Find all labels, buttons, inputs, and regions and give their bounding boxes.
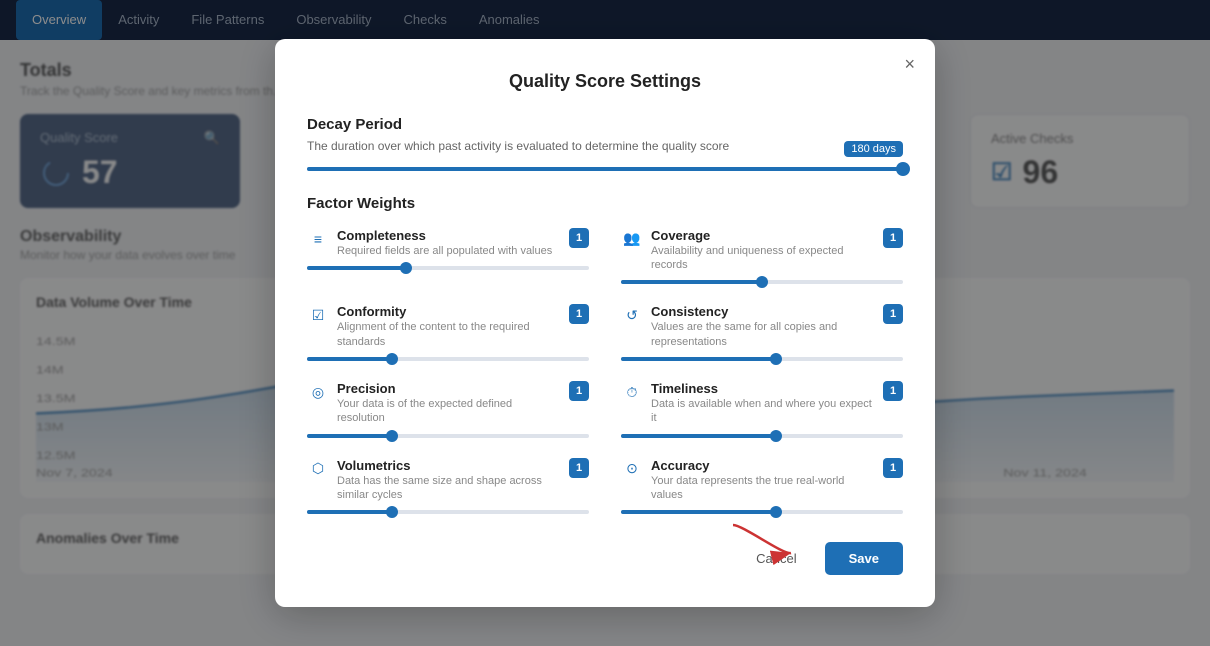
factor-slider[interactable]: [307, 357, 589, 361]
close-button[interactable]: ×: [904, 55, 915, 73]
factor-icon-precision: ◎: [307, 381, 329, 403]
factor-badge: 1: [883, 381, 903, 401]
factor-weights-label: Factor Weights: [307, 195, 903, 212]
factor-slider[interactable]: [307, 434, 589, 438]
factor-desc: Data is available when and where you exp…: [651, 397, 875, 426]
factor-name: Volumetrics: [337, 458, 561, 473]
decay-period-slider-container: 180 days: [307, 167, 903, 171]
factor-name: Conformity: [337, 304, 561, 319]
modal-title: Quality Score Settings: [307, 71, 903, 92]
factor-slider[interactable]: [621, 280, 903, 284]
factor-name: Coverage: [651, 228, 875, 243]
factor-badge: 1: [883, 458, 903, 478]
factor-name: Accuracy: [651, 458, 875, 473]
decay-period-section: Decay Period The duration over which pas…: [307, 116, 903, 171]
decay-period-fill: [307, 167, 903, 171]
factor-slider[interactable]: [621, 357, 903, 361]
factor-badge: 1: [569, 304, 589, 324]
decay-period-track: [307, 167, 903, 171]
factor-name: Completeness: [337, 228, 561, 243]
factor-desc: Values are the same for all copies and r…: [651, 320, 875, 349]
factor-icon-completeness: ≡: [307, 228, 329, 250]
decay-period-description: The duration over which past activity is…: [307, 139, 903, 153]
factor-desc: Availability and uniqueness of expected …: [651, 244, 875, 273]
factor-icon-volumetrics: ⬡: [307, 458, 329, 480]
factor-icon-coverage: 👥: [621, 228, 643, 250]
factor-slider[interactable]: [621, 434, 903, 438]
factor-slider[interactable]: [307, 266, 589, 270]
factor-badge: 1: [569, 228, 589, 248]
factor-icon-conformity: ☑: [307, 304, 329, 326]
factor-slider[interactable]: [621, 510, 903, 514]
decay-period-label: Decay Period: [307, 116, 903, 133]
factor-conformity: ☑ Conformity Alignment of the content to…: [307, 304, 589, 361]
factor-badge: 1: [569, 458, 589, 478]
factor-weights-section: Factor Weights ≡ Completeness Required f…: [307, 195, 903, 514]
factor-desc: Data has the same size and shape across …: [337, 474, 561, 503]
factor-desc: Alignment of the content to the required…: [337, 320, 561, 349]
factor-icon-timeliness: ⏱: [621, 381, 643, 403]
quality-score-settings-modal: × Quality Score Settings Decay Period Th…: [275, 39, 935, 607]
factor-completeness: ≡ Completeness Required fields are all p…: [307, 228, 589, 285]
factor-volumetrics: ⬡ Volumetrics Data has the same size and…: [307, 458, 589, 515]
cancel-button[interactable]: Cancel: [740, 543, 812, 574]
factors-grid: ≡ Completeness Required fields are all p…: [307, 228, 903, 514]
factor-badge: 1: [883, 304, 903, 324]
factor-slider[interactable]: [307, 510, 589, 514]
factor-desc: Your data is of the expected defined res…: [337, 397, 561, 426]
factor-badge: 1: [883, 228, 903, 248]
factor-desc: Your data represents the true real-world…: [651, 474, 875, 503]
decay-period-badge: 180 days: [844, 141, 903, 157]
factor-icon-consistency: ↺: [621, 304, 643, 326]
factor-accuracy: ⊙ Accuracy Your data represents the true…: [621, 458, 903, 515]
factor-consistency: ↺ Consistency Values are the same for al…: [621, 304, 903, 361]
factor-name: Consistency: [651, 304, 875, 319]
factor-name: Precision: [337, 381, 561, 396]
factor-badge: 1: [569, 381, 589, 401]
modal-footer: Cancel Save: [307, 542, 903, 575]
factor-icon-accuracy: ⊙: [621, 458, 643, 480]
save-button[interactable]: Save: [825, 542, 903, 575]
modal-overlay: × Quality Score Settings Decay Period Th…: [0, 0, 1210, 646]
factor-timeliness: ⏱ Timeliness Data is available when and …: [621, 381, 903, 438]
factor-precision: ◎ Precision Your data is of the expected…: [307, 381, 589, 438]
factor-coverage: 👥 Coverage Availability and uniqueness o…: [621, 228, 903, 285]
decay-period-thumb[interactable]: [896, 162, 910, 176]
factor-name: Timeliness: [651, 381, 875, 396]
factor-desc: Required fields are all populated with v…: [337, 244, 561, 258]
